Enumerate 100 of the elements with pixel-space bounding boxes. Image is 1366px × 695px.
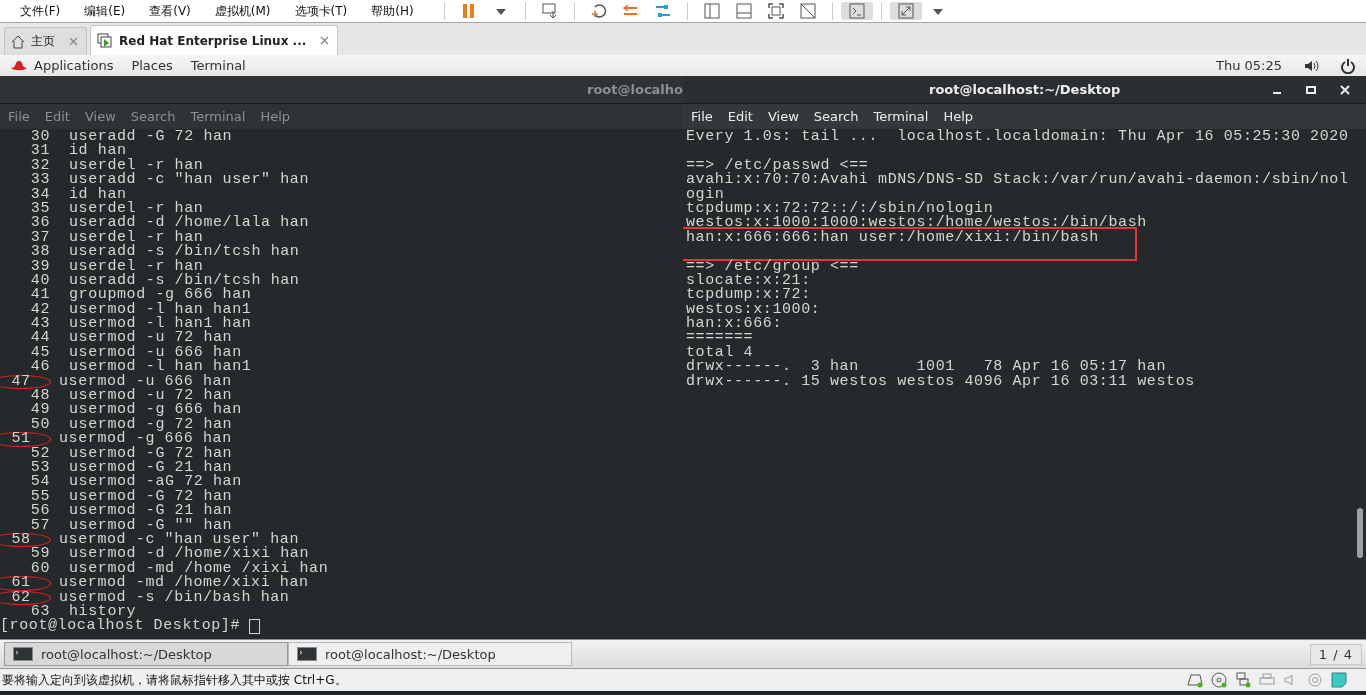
terminal-line: usermod -d /home/xixi han [69,547,310,562]
menu-item[interactable]: Help [260,109,299,124]
line-number: 32 [29,158,50,174]
line-number: 56 [29,504,50,519]
terminal-line: Every 1.0s: tail ... localhost.localdomain: Thu Apr 16 05:25:30 2020 [686,130,1349,145]
fullscreen-icon[interactable] [766,2,785,20]
line-number: 52 [29,446,50,461]
stretch-icon[interactable] [896,2,915,20]
line-number: 53 [29,461,50,476]
terminal-line: usermod -G 21 han [69,504,233,519]
line-number: 45 [29,345,50,361]
menu-item[interactable]: 选项卡(T) [282,2,360,20]
terminal-line: usermod -l han han1 [69,360,252,375]
layout-icon[interactable] [702,2,721,20]
line-number: 33 [29,173,50,188]
note-icon[interactable] [1330,671,1348,689]
terminal-line: usermod -aG 72 han [69,475,242,490]
terminal-line: usermod -s /bin/bash han [59,590,290,605]
menu-item[interactable]: Edit [44,109,78,124]
line-number: 60 [30,561,50,577]
menu-item[interactable]: 查看(V) [137,2,203,20]
line-number: 57 [29,518,50,533]
terminal-line: han:x:666:666:han user:/home/xixi:/bin/bash [686,230,1099,246]
terminal-line: groupmod -g 666 han [69,288,252,303]
network-adapter-icon[interactable] [1234,671,1252,689]
monitor-arrow-icon[interactable] [540,2,559,20]
terminal-line: usermod -l han1 han [69,317,252,332]
taskbar-window[interactable]: root@localhost:~/Desktop [288,642,572,666]
panel-menu[interactable]: Terminal [190,58,264,73]
terminal-line: usermod -g 666 han [59,432,232,447]
terminal-line: useradd -s /bin/tcsh han [69,245,300,260]
terminal-line: tcpdump:x:72: [686,288,811,303]
camera-icon[interactable] [1306,671,1324,689]
line-number: 43 [29,317,50,332]
snapshot-icon[interactable] [589,2,608,20]
terminal-line: id han [69,144,127,159]
line-number: 63 [30,604,50,620]
terminal-line: id han [69,187,127,202]
line-number: 50 [30,417,50,433]
terminal-line: westos:x:1000:1000:westos:/home/westos:/bin/bash [686,216,1147,231]
title-bar[interactable]: root@localho [0,76,683,104]
maximize-icon[interactable] [1306,84,1316,95]
power-icon[interactable] [1340,57,1356,74]
network-icon[interactable] [653,2,672,20]
menu-item[interactable]: Terminal [873,109,937,124]
volume-icon[interactable] [1304,58,1322,73]
cd-icon[interactable] [1210,671,1228,689]
terminal-line: han:x:666: [686,317,782,332]
menu-item[interactable]: Help [943,109,982,124]
line-number: 39 [29,259,50,274]
tab[interactable]: 主页 [4,27,87,55]
layout-icon[interactable] [734,2,753,20]
line-number: 36 [29,216,50,231]
terminal-line: usermod -G 72 han [69,446,233,461]
line-number: 48 [29,389,50,404]
menu-item[interactable]: View [84,109,124,124]
menu-item[interactable]: 虚拟机(M) [202,2,283,20]
tab[interactable]: Red Hat Enterprise Linux ... [90,25,339,55]
menu-item[interactable]: Terminal [190,109,254,124]
status-message: 要将输入定向到该虚拟机，请将鼠标指针移入其中或按 Ctrl+G。 [2,671,347,689]
terminal-line: drwx------. 3 han 1001 78 Apr 16 05:17 han [686,360,1167,375]
clock[interactable]: Thu 05:25 [1216,58,1282,73]
menu-item[interactable]: Search [130,109,184,124]
menu-item[interactable]: File [691,109,721,124]
terminal-line: usermod -u 72 han [69,331,233,346]
taskbar-window[interactable]: root@localhost:~/Desktop [4,642,288,666]
line-number: 30 [29,130,50,145]
line-number: 31 [29,144,50,159]
menu-item[interactable]: Edit [727,109,761,124]
terminal-line: ======= [686,331,754,346]
workspace-indicator[interactable]: 1 / 4 [1309,643,1362,665]
terminal-line: avahi:x:70:70:Avahi mDNS/DNS-SD Stack:/var/run/avahi-daemon:/sbin/nol [686,173,1349,188]
line-number: 55 [29,489,50,505]
line-number: 44 [29,331,50,346]
menu-item[interactable]: View [767,109,807,124]
line-number: 42 [29,302,50,318]
terminal-line: useradd -d /home/lala han [69,216,310,231]
terminal-line: ==> /etc/group <== [686,259,859,274]
window-title: root@localho [587,82,683,97]
line-number: 35 [29,201,50,217]
terminal-icon [13,647,33,661]
terminal-line: usermod -g 666 han [69,403,242,418]
no-screen-icon[interactable] [798,2,817,20]
terminal-line: userdel -r han [69,259,204,274]
panel-menu[interactable]: Applications [34,58,132,73]
line-number: 49 [29,403,50,418]
terminal-line: ogin [686,187,725,202]
menu-item[interactable]: 编辑(E) [72,2,138,20]
console-icon[interactable] [847,2,866,20]
menu-item[interactable]: Search [813,109,867,124]
menu-item[interactable]: 文件(F) [8,2,73,20]
title-bar[interactable]: root@localhost:~/Desktop [683,76,1366,104]
shell-prompt: [root@localhost Desktop]# [0,619,241,634]
menu-item[interactable]: 帮助(H) [359,2,426,20]
menu-item[interactable]: File [8,109,38,124]
panel-menu[interactable]: Places [131,58,191,73]
terminal-line: usermod -G 72 han [69,489,233,505]
line-number: 59 [29,547,50,562]
line-number: 41 [29,288,50,303]
scrollbar[interactable] [1357,508,1363,558]
